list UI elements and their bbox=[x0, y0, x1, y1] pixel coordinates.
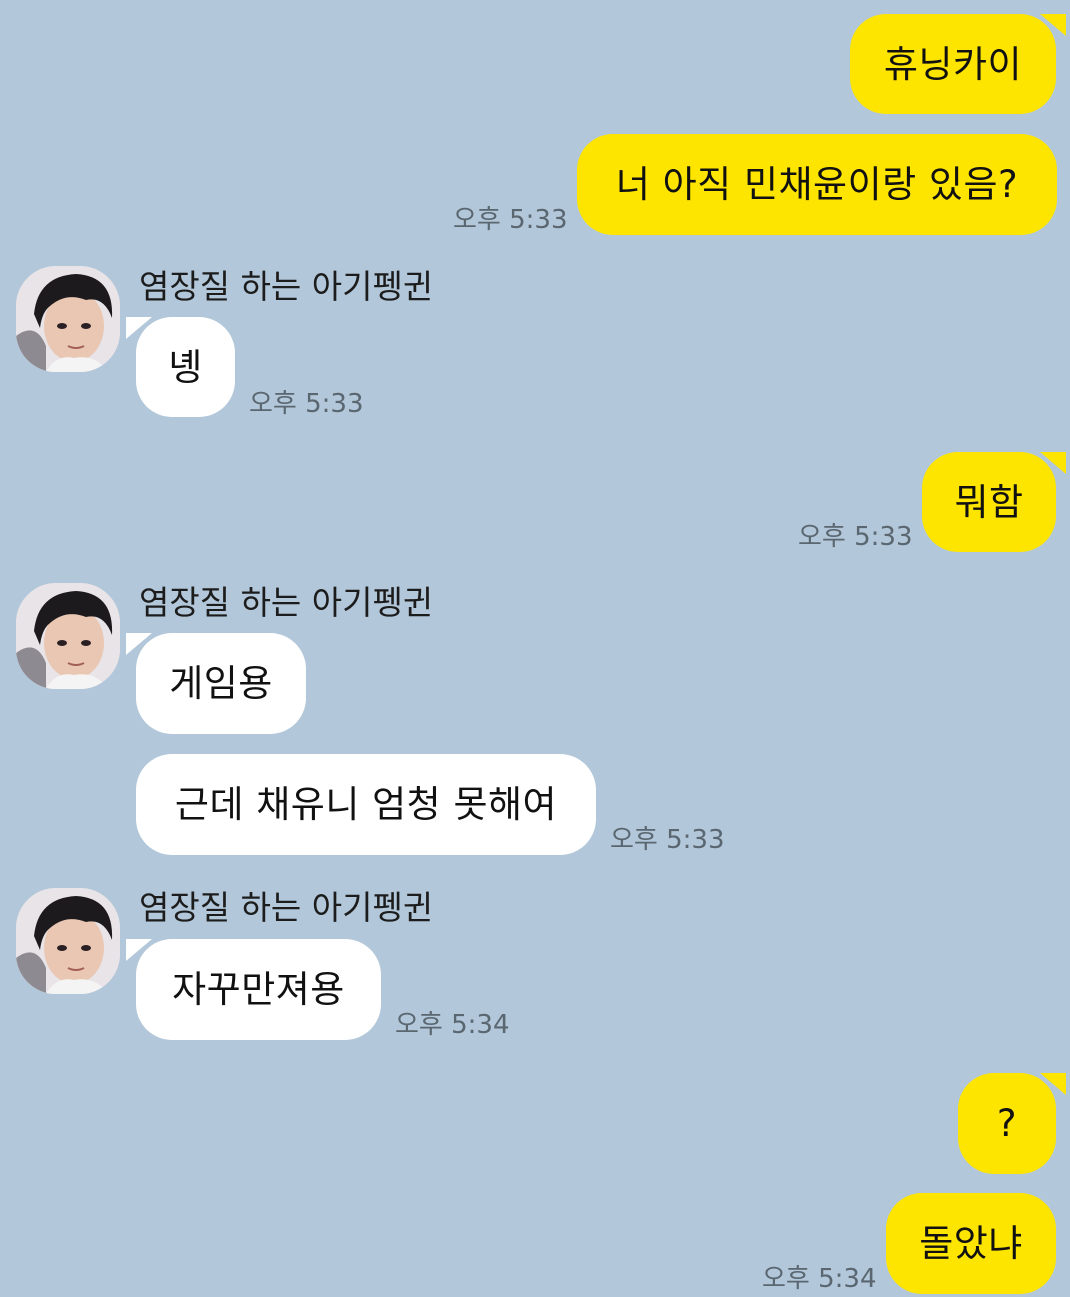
message-timestamp: 오후 5:34 bbox=[762, 1264, 877, 1294]
their-message-bubble[interactable]: 게임용 bbox=[126, 633, 306, 734]
their-message-bubble[interactable]: 자꾸만져용 bbox=[126, 939, 381, 1040]
profile-photo-icon bbox=[16, 266, 120, 372]
message-timestamp: 오후 5:33 bbox=[453, 205, 568, 235]
contact-avatar[interactable] bbox=[16, 266, 120, 372]
contact-avatar[interactable] bbox=[16, 888, 120, 994]
their-message-bubble[interactable]: 녱 bbox=[126, 317, 235, 417]
chat-room: 휴닝카이 오후 5:33 너 아직 민채윤이랑 있음? 염장질 하는 아기펭귄 … bbox=[0, 0, 1070, 1297]
my-message-bubble[interactable]: 너 아직 민채윤이랑 있음? bbox=[577, 134, 1057, 235]
my-message-bubble[interactable]: 뭐함 bbox=[922, 452, 1066, 552]
sender-name: 염장질 하는 아기펭귄 bbox=[139, 267, 434, 306]
their-message-bubble[interactable]: 근데 채유니 엄청 못해여 bbox=[136, 754, 596, 855]
message-timestamp: 오후 5:34 bbox=[395, 1010, 510, 1040]
my-message-bubble[interactable]: ? bbox=[958, 1073, 1066, 1174]
message-text: 근데 채유니 엄청 못해여 bbox=[174, 783, 558, 826]
sender-name: 염장질 하는 아기펭귄 bbox=[139, 583, 434, 622]
sender-name: 염장질 하는 아기펭귄 bbox=[139, 888, 434, 927]
profile-photo-icon bbox=[16, 583, 120, 689]
message-timestamp: 오후 5:33 bbox=[249, 389, 364, 419]
message-text: 너 아직 민채윤이랑 있음? bbox=[615, 163, 1019, 206]
message-text: 뭐함 bbox=[954, 480, 1024, 524]
message-timestamp: 오후 5:33 bbox=[798, 522, 913, 552]
my-message-bubble[interactable]: 휴닝카이 bbox=[850, 14, 1066, 114]
message-text: 자꾸만져용 bbox=[172, 968, 345, 1011]
message-text: 돌았냐 bbox=[919, 1222, 1023, 1265]
message-text: ? bbox=[996, 1102, 1018, 1145]
profile-photo-icon bbox=[16, 888, 120, 994]
message-text: 휴닝카이 bbox=[883, 42, 1023, 86]
my-message-bubble[interactable]: 돌았냐 bbox=[886, 1193, 1056, 1294]
message-text: 녱 bbox=[168, 345, 203, 389]
contact-avatar[interactable] bbox=[16, 583, 120, 689]
message-timestamp: 오후 5:33 bbox=[610, 825, 725, 855]
message-text: 게임용 bbox=[169, 662, 273, 705]
